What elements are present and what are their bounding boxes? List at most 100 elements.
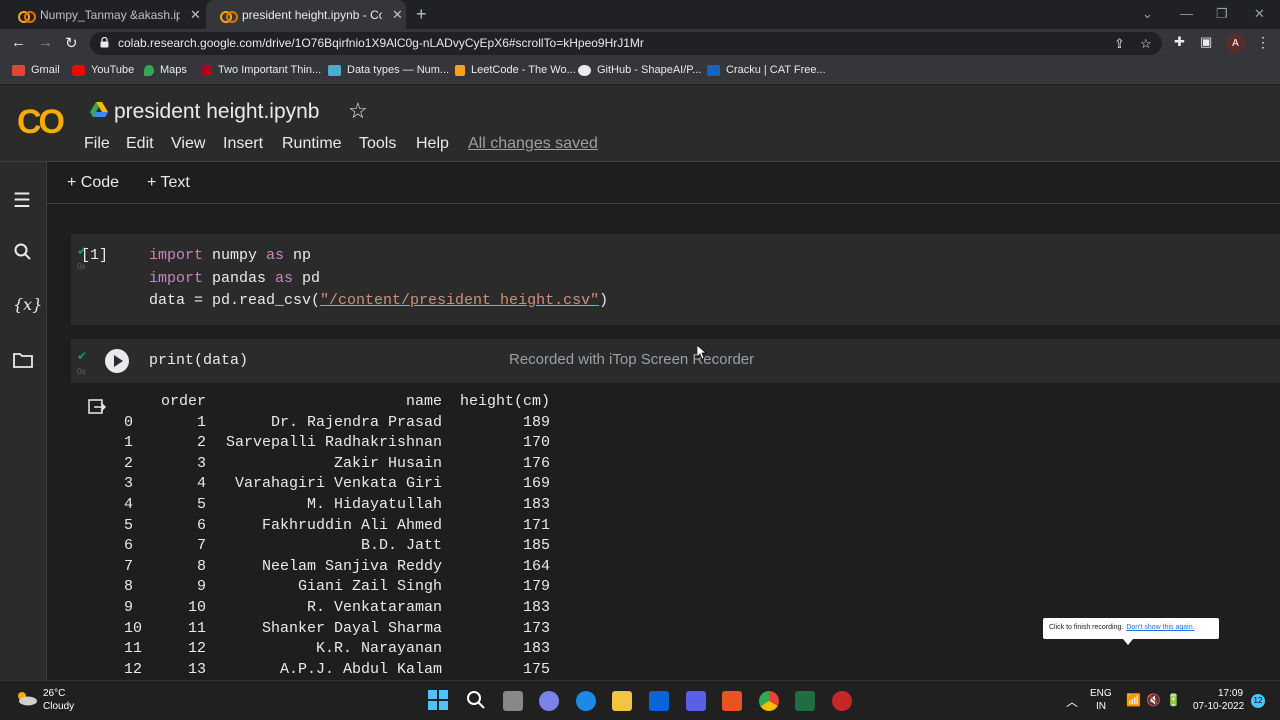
table-row: 11 12 K.R. Narayanan 183 xyxy=(47,640,647,660)
profile-avatar[interactable]: A xyxy=(1226,34,1245,53)
row-index: 5 xyxy=(124,516,134,534)
back-arrow-icon[interactable]: ← xyxy=(11,34,26,51)
order-cell: 12 xyxy=(188,640,207,658)
volume-muted-icon[interactable]: 🔇 xyxy=(1146,693,1161,707)
bookmark-star-icon[interactable]: ☆ xyxy=(1140,36,1152,52)
bookmark-youtube[interactable]: YouTube xyxy=(72,64,134,76)
close-tab-icon[interactable]: ✕ xyxy=(190,7,201,23)
wifi-icon[interactable]: 📶 xyxy=(1126,693,1141,707)
name-cell: Varahagiri Venkata Giri xyxy=(235,475,443,493)
notebook-title[interactable]: president height.ipynb xyxy=(114,100,319,124)
menu-view[interactable]: View xyxy=(171,135,205,153)
teams-chat-icon[interactable] xyxy=(539,691,559,711)
code-cell[interactable]: ✔ 0s [1] import numpy as np import panda… xyxy=(71,234,1280,325)
language-indicator-bottom[interactable]: IN xyxy=(1096,701,1106,712)
order-cell: 9 xyxy=(197,578,207,596)
name-cell: Shanker Dayal Sharma xyxy=(262,619,443,637)
screen-recorder-icon[interactable] xyxy=(832,691,852,711)
bookmark-gmail[interactable]: Gmail xyxy=(12,64,60,76)
language-indicator-top[interactable]: ENG xyxy=(1090,688,1112,699)
folder-icon[interactable] xyxy=(13,352,33,368)
recording-tooltip[interactable]: Click to finish recording. Don't show thi… xyxy=(1043,618,1219,645)
clock-date[interactable]: 07-10-2022 xyxy=(1193,701,1244,712)
column-header: height(cm) xyxy=(460,393,551,410)
tab-title: Numpy_Tanmay &akash.ipynb - xyxy=(40,7,180,22)
variables-icon[interactable]: {x} xyxy=(13,295,42,314)
menu-runtime[interactable]: Runtime xyxy=(282,135,342,153)
bookmark-github[interactable]: GitHub - ShapeAI/P... xyxy=(578,64,701,76)
cloudy-weather-icon[interactable] xyxy=(14,690,38,706)
mail-icon[interactable] xyxy=(649,691,669,711)
name-cell: Fakhruddin Ali Ahmed xyxy=(262,516,443,534)
office-icon[interactable] xyxy=(722,691,742,711)
code-line[interactable]: print(data) xyxy=(149,352,248,369)
forward-arrow-icon[interactable]: → xyxy=(38,34,53,51)
name-cell: Giani Zail Singh xyxy=(298,578,443,596)
code-line[interactable]: import numpy as np xyxy=(149,247,311,264)
dont-show-again-link[interactable]: Don't show this again. xyxy=(1126,624,1194,631)
visual-studio-icon[interactable] xyxy=(686,691,706,711)
table-row: 10 11 Shanker Dayal Sharma 173 xyxy=(47,620,647,640)
name-cell: R. Venkataraman xyxy=(307,599,443,616)
height-cell: 183 xyxy=(523,640,551,658)
code-line[interactable]: import pandas as pd xyxy=(149,270,320,287)
side-panel-icon[interactable]: ▣ xyxy=(1200,34,1212,50)
bookmark-cracku[interactable]: Cracku | CAT Free... xyxy=(707,64,826,76)
run-cell-button[interactable] xyxy=(105,349,129,373)
tab-title: president height.ipynb - Colabo xyxy=(242,7,382,22)
menu-help[interactable]: Help xyxy=(416,135,449,153)
search-icon[interactable] xyxy=(13,242,33,262)
add-code-cell-button[interactable]: + Code xyxy=(67,174,119,192)
order-cell: 7 xyxy=(197,537,207,555)
save-status[interactable]: All changes saved xyxy=(468,135,598,153)
google-drive-icon[interactable] xyxy=(90,102,108,118)
clock-time[interactable]: 17:09 xyxy=(1218,688,1243,699)
menu-edit[interactable]: Edit xyxy=(126,135,154,153)
close-tab-icon[interactable]: ✕ xyxy=(392,7,403,23)
close-window-button[interactable]: ✕ xyxy=(1254,6,1265,22)
colab-logo[interactable]: CO xyxy=(17,103,67,141)
reload-icon[interactable]: ↻ xyxy=(65,34,78,52)
order-cell: 11 xyxy=(188,619,207,637)
maximize-button[interactable]: ❐ xyxy=(1216,6,1228,22)
height-cell: 189 xyxy=(523,413,551,431)
star-icon[interactable]: ☆ xyxy=(348,98,368,124)
browser-tab-president-height[interactable]: president height.ipynb - Colabo ✕ xyxy=(206,0,406,29)
row-index: 11 xyxy=(124,640,143,658)
excel-icon[interactable] xyxy=(795,691,815,711)
tab-search-icon[interactable]: ⌄ xyxy=(1142,6,1153,22)
show-hidden-icons-icon[interactable]: ︿ xyxy=(1066,693,1078,710)
code-text: np xyxy=(284,247,312,264)
code-line[interactable]: data = pd.read_csv("/content/president_h… xyxy=(149,292,608,309)
extensions-icon[interactable]: ✚ xyxy=(1174,34,1185,50)
task-view-icon[interactable] xyxy=(503,691,523,711)
browser-menu-icon[interactable]: ⋮ xyxy=(1256,34,1270,51)
bookmark-leetcode[interactable]: LeetCode - The Wo... xyxy=(455,64,576,76)
table-of-contents-icon[interactable]: ☰ xyxy=(13,188,31,213)
edge-icon[interactable] xyxy=(576,691,596,711)
table-row: 3 4 Varahagiri Venkata Giri 169 xyxy=(47,475,647,495)
address-bar[interactable]: colab.research.google.com/drive/1O76Bqir… xyxy=(90,32,1162,55)
bookmark-two-important-things[interactable]: Two Important Thin... xyxy=(202,64,321,76)
taskbar-search-icon[interactable] xyxy=(466,690,486,710)
bookmark-maps[interactable]: Maps xyxy=(144,64,187,76)
menu-file[interactable]: File xyxy=(84,135,110,153)
chrome-icon[interactable] xyxy=(759,691,779,711)
menu-tools[interactable]: Tools xyxy=(359,135,396,153)
name-cell: K.R. Narayanan xyxy=(316,640,443,658)
file-explorer-icon[interactable] xyxy=(612,691,632,711)
new-tab-button[interactable]: + xyxy=(416,4,427,25)
bookmark-data-types[interactable]: Data types — Num... xyxy=(328,64,449,76)
keyword: as xyxy=(275,270,294,287)
code-text: pandas xyxy=(203,270,276,287)
notification-badge[interactable]: 12 xyxy=(1251,694,1265,708)
battery-icon[interactable]: 🔋 xyxy=(1166,693,1181,707)
code-text: ) xyxy=(599,292,609,309)
add-text-cell-button[interactable]: + Text xyxy=(147,174,190,192)
share-icon[interactable]: ⇪ xyxy=(1114,36,1125,52)
browser-tab-numpy[interactable]: Numpy_Tanmay &akash.ipynb - ✕ xyxy=(4,0,204,29)
windows-start-icon[interactable] xyxy=(428,690,448,710)
minimize-button[interactable]: — xyxy=(1180,6,1193,21)
keyword: as xyxy=(266,247,285,264)
menu-insert[interactable]: Insert xyxy=(223,135,263,153)
